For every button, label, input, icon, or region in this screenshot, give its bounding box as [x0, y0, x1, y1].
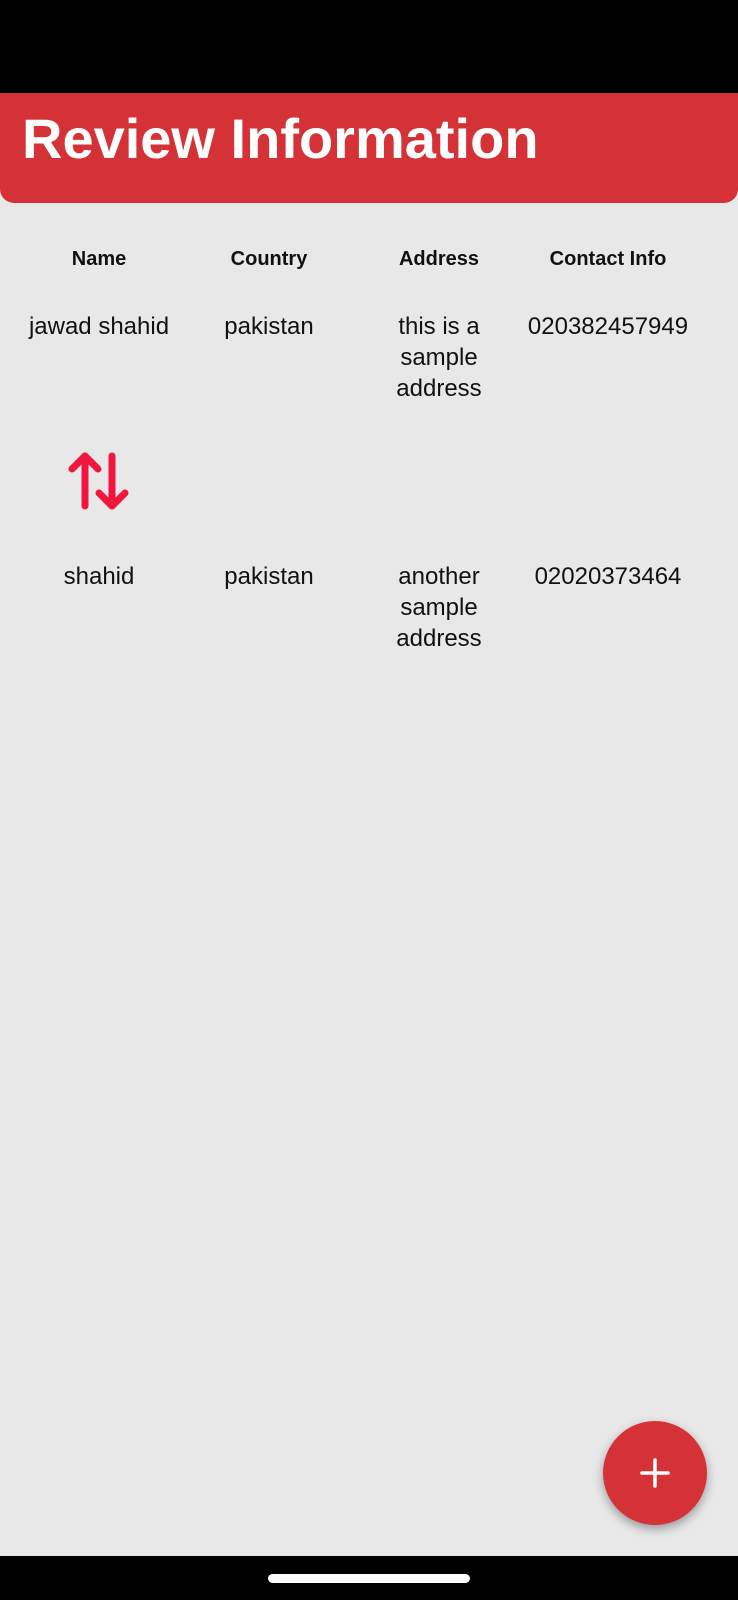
- column-header-contact: Contact Info: [549, 248, 667, 270]
- app-header: Review Information: [0, 93, 738, 203]
- page-title: Review Information: [22, 107, 539, 170]
- row-address: another sample address: [396, 563, 482, 652]
- row-address-cell: another sample address: [354, 561, 524, 654]
- add-button[interactable]: [603, 1421, 707, 1525]
- row-country: pakistan: [224, 563, 314, 590]
- swap-vertical-icon[interactable]: [66, 448, 132, 514]
- row-name: jawad shahid: [28, 313, 170, 340]
- row-address-cell: this is a sample address: [354, 311, 524, 404]
- status-bar: [0, 0, 738, 93]
- row-address: this is a sample address: [396, 313, 482, 402]
- system-navigation-bar: [0, 1556, 738, 1600]
- column-header-address: Address: [398, 248, 480, 270]
- row-contact: 02020373464: [534, 563, 682, 590]
- row-contact: 020382457949: [527, 313, 689, 340]
- column-header-country: Country: [230, 248, 308, 270]
- row-country: pakistan: [224, 313, 314, 340]
- column-header-name: Name: [71, 248, 127, 270]
- row-name: shahid: [63, 563, 135, 590]
- home-gesture-bar[interactable]: [268, 1574, 470, 1583]
- plus-icon: [640, 1458, 670, 1488]
